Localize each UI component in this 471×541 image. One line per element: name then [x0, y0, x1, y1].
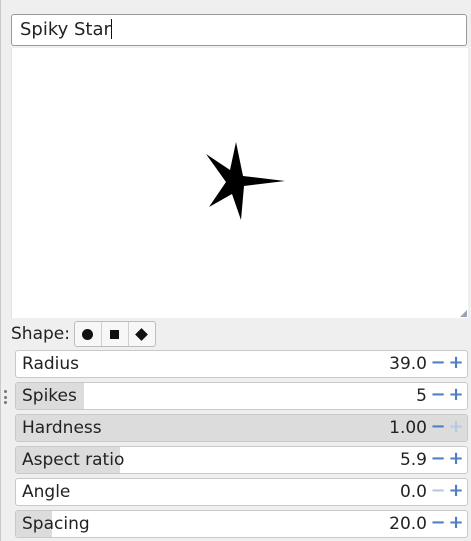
increment-icon[interactable]: +: [447, 383, 465, 409]
param-spacing-spinscale[interactable]: Spacing 20.0− +: [15, 510, 468, 538]
shape-circle-button[interactable]: [75, 322, 102, 346]
increment-icon[interactable]: +: [447, 447, 465, 473]
param-radius-spinscale[interactable]: Radius 39.0− +: [15, 350, 468, 378]
star-shape: [206, 142, 285, 220]
param-spikes-spinscale[interactable]: Spikes 5− +: [15, 382, 468, 410]
brush-preview: [11, 48, 468, 318]
param-aspect-ratio-spinscale[interactable]: Aspect ratio 5.9− +: [15, 446, 468, 474]
param-label: Angle: [22, 482, 71, 502]
shape-square-button[interactable]: [102, 322, 129, 346]
param-value: 5.9: [399, 450, 427, 470]
decrement-icon[interactable]: −: [429, 415, 447, 441]
param-value: 5: [416, 386, 427, 406]
param-value: 39.0: [389, 354, 427, 374]
param-value: 1.00: [389, 418, 427, 438]
param-value: 0.0: [399, 482, 427, 502]
increment-icon[interactable]: +: [447, 511, 465, 537]
spiky-star-brush-shape: [206, 142, 285, 220]
square-icon: [110, 329, 120, 339]
resize-grip-icon[interactable]: [460, 310, 467, 317]
param-label: Spacing: [22, 514, 90, 534]
param-label: Aspect ratio: [22, 450, 125, 470]
increment-icon[interactable]: +: [447, 415, 465, 441]
shape-diamond-button[interactable]: [129, 322, 155, 346]
param-label: Hardness: [22, 418, 102, 438]
param-label: Radius: [22, 354, 80, 374]
param-value: 20.0: [389, 514, 427, 534]
shape-label: Shape:: [11, 324, 70, 344]
increment-icon[interactable]: +: [447, 479, 465, 505]
text-caret: [110, 19, 112, 39]
brush-name-input[interactable]: Spiky Star: [11, 14, 467, 46]
diamond-icon: [135, 327, 149, 341]
decrement-icon[interactable]: −: [429, 351, 447, 377]
decrement-icon[interactable]: −: [429, 479, 447, 505]
circle-icon: [82, 328, 94, 340]
param-label: Spikes: [22, 386, 77, 406]
drag-handle-icon[interactable]: [3, 390, 7, 404]
param-angle-spinscale[interactable]: Angle 0.0− +: [15, 478, 468, 506]
shape-button-group: [73, 321, 156, 347]
decrement-icon[interactable]: −: [429, 447, 447, 473]
increment-icon[interactable]: +: [447, 351, 465, 377]
brush-name-text: Spiky Star: [20, 19, 111, 40]
decrement-icon[interactable]: −: [429, 383, 447, 409]
decrement-icon[interactable]: −: [429, 511, 447, 537]
param-hardness-spinscale[interactable]: Hardness 1.00− +: [15, 414, 468, 442]
shape-selector: Shape:: [11, 320, 156, 348]
